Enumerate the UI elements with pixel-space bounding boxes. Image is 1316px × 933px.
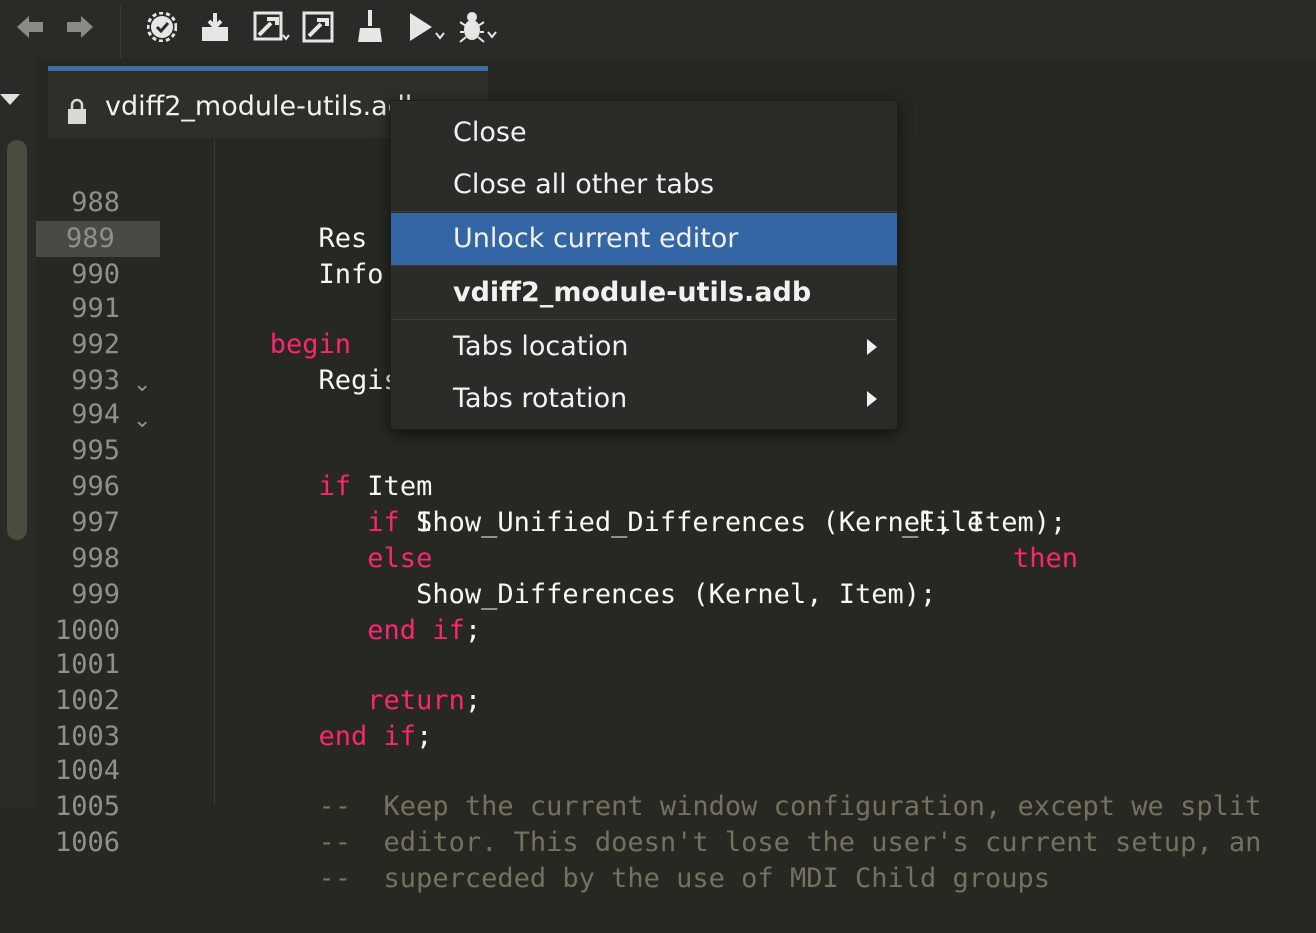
dock-menu-arrow-icon[interactable]	[0, 94, 20, 105]
menu-separator	[391, 211, 897, 212]
back-arrow-icon[interactable]	[14, 8, 46, 46]
submenu-arrow-icon	[867, 339, 877, 355]
lock-icon	[68, 98, 86, 124]
menu-item-unlock-current-editor[interactable]: Unlock current editor	[391, 213, 897, 265]
minimap-scrollbar[interactable]	[7, 140, 27, 540]
build-settings-icon[interactable]	[146, 8, 178, 46]
menu-item-label: Tabs rotation	[453, 383, 628, 414]
code-comment: -- superceded by the use of MDI Child gr…	[221, 863, 1051, 894]
submenu-arrow-icon	[867, 391, 877, 407]
menu-item-close[interactable]: Close	[391, 107, 897, 159]
code-line: 1006 -- superceded by the use of MDI Chi…	[36, 789, 1316, 894]
menu-item-label: Close all other tabs	[453, 169, 715, 200]
code-line: 997 else	[36, 469, 1316, 574]
toolbar	[0, 0, 1316, 58]
menu-item-file-name[interactable]: vdiff2_module-utils.adb	[391, 267, 897, 319]
menu-item-label: Unlock current editor	[453, 223, 739, 254]
menu-item-close-all-other-tabs[interactable]: Close all other tabs	[391, 159, 897, 211]
code-comment: -- editor. This doesn't lose the user's …	[221, 827, 1262, 858]
menu-item-label: vdiff2_module-utils.adb	[453, 277, 812, 308]
code-line: 1005 -- editor. This doesn't lose the us…	[36, 753, 1316, 858]
run-icon[interactable]	[406, 8, 448, 46]
code-line: 1004 -- Keep the current window configur…	[36, 717, 1316, 822]
line-number: 1006	[54, 827, 120, 858]
menu-item-tabs-location[interactable]: Tabs location	[391, 321, 897, 373]
code-line: 1003	[36, 683, 1316, 752]
code-line: 1002 end if;	[36, 647, 1316, 752]
install-icon[interactable]	[198, 8, 232, 46]
debug-icon[interactable]	[456, 8, 500, 46]
code-line: 1001 return;	[36, 611, 1316, 716]
forward-arrow-icon[interactable]	[64, 8, 96, 46]
code-line: 999 end if;	[36, 541, 1316, 646]
tab-context-menu: Close Close all other tabs Unlock curren…	[390, 100, 898, 430]
clean-icon[interactable]	[354, 8, 386, 46]
menu-item-label: Tabs location	[453, 331, 629, 362]
code-line: 1000	[36, 577, 1316, 646]
toolbar-separator	[120, 6, 121, 58]
code-line: 996 Show_Unified_Differences (Kernel, It…	[36, 433, 1316, 538]
left-dock-strip	[0, 58, 36, 806]
build-main-icon[interactable]	[252, 8, 292, 46]
menu-separator	[391, 319, 897, 320]
menu-item-label: Close	[453, 117, 527, 148]
build-all-icon[interactable]	[302, 8, 334, 46]
code-line: 998 Show_Differences (Kernel, Item);	[36, 505, 1316, 610]
menu-separator	[391, 265, 897, 266]
menu-item-tabs-rotation[interactable]: Tabs rotation	[391, 373, 897, 425]
tab-label: vdiff2_module-utils.adb	[105, 91, 422, 122]
